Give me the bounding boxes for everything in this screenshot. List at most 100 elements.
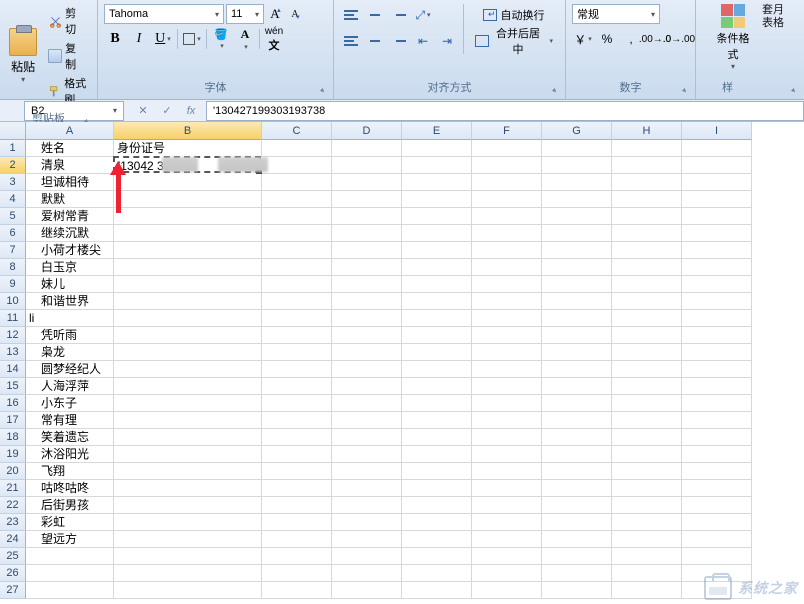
align-right-button[interactable]	[388, 30, 410, 52]
cell-B3[interactable]	[114, 174, 262, 191]
cell-A17[interactable]: 常有理	[26, 412, 114, 429]
cell-H4[interactable]	[612, 191, 682, 208]
cell-B12[interactable]	[114, 327, 262, 344]
align-middle-button[interactable]	[364, 4, 386, 26]
cell-H21[interactable]	[612, 480, 682, 497]
cell-C15[interactable]	[262, 378, 332, 395]
cell-D12[interactable]	[332, 327, 402, 344]
cell-B24[interactable]	[114, 531, 262, 548]
row-header-20[interactable]: 20	[0, 463, 26, 480]
confirm-formula-button[interactable]: ✓	[156, 102, 178, 120]
cell-H2[interactable]	[612, 157, 682, 174]
cell-E27[interactable]	[402, 582, 472, 599]
cell-I25[interactable]	[682, 548, 752, 565]
cell-B15[interactable]	[114, 378, 262, 395]
row-header-1[interactable]: 1	[0, 140, 26, 157]
cell-C20[interactable]	[262, 463, 332, 480]
cell-I9[interactable]	[682, 276, 752, 293]
cell-C12[interactable]	[262, 327, 332, 344]
row-header-24[interactable]: 24	[0, 531, 26, 548]
row-header-16[interactable]: 16	[0, 395, 26, 412]
cell-C24[interactable]	[262, 531, 332, 548]
percent-button[interactable]: %	[596, 28, 618, 50]
phonetic-button[interactable]: wén文	[263, 28, 285, 50]
cell-A14[interactable]: 圆梦经纪人	[26, 361, 114, 378]
merge-center-button[interactable]: 合并后居中	[469, 30, 559, 52]
cell-G3[interactable]	[542, 174, 612, 191]
cell-C23[interactable]	[262, 514, 332, 531]
column-header-A[interactable]: A	[26, 122, 114, 140]
cell-E12[interactable]	[402, 327, 472, 344]
cell-G16[interactable]	[542, 395, 612, 412]
cell-E16[interactable]	[402, 395, 472, 412]
cell-A2[interactable]: 清泉	[26, 157, 114, 174]
row-header-22[interactable]: 22	[0, 497, 26, 514]
cell-E4[interactable]	[402, 191, 472, 208]
cell-H14[interactable]	[612, 361, 682, 378]
cell-G2[interactable]	[542, 157, 612, 174]
align-bottom-button[interactable]	[388, 4, 410, 26]
cell-E25[interactable]	[402, 548, 472, 565]
cell-G15[interactable]	[542, 378, 612, 395]
cell-A20[interactable]: 飞翔	[26, 463, 114, 480]
cell-B20[interactable]	[114, 463, 262, 480]
cell-I16[interactable]	[682, 395, 752, 412]
cell-E24[interactable]	[402, 531, 472, 548]
cell-F12[interactable]	[472, 327, 542, 344]
cell-I19[interactable]	[682, 446, 752, 463]
cell-A3[interactable]: 坦诚相待	[26, 174, 114, 191]
row-header-27[interactable]: 27	[0, 582, 26, 599]
cell-H19[interactable]	[612, 446, 682, 463]
cell-D8[interactable]	[332, 259, 402, 276]
cell-D22[interactable]	[332, 497, 402, 514]
cell-I20[interactable]	[682, 463, 752, 480]
cell-E9[interactable]	[402, 276, 472, 293]
cell-A15[interactable]: 人海浮萍	[26, 378, 114, 395]
cell-D13[interactable]	[332, 344, 402, 361]
cell-B4[interactable]	[114, 191, 262, 208]
border-button[interactable]	[181, 28, 203, 50]
cell-F17[interactable]	[472, 412, 542, 429]
cell-G24[interactable]	[542, 531, 612, 548]
cell-A11[interactable]: li	[26, 310, 114, 327]
cell-G21[interactable]	[542, 480, 612, 497]
cell-D16[interactable]	[332, 395, 402, 412]
cell-F19[interactable]	[472, 446, 542, 463]
font-size-select[interactable]: 11 ▾	[226, 4, 264, 24]
select-all-corner[interactable]	[0, 122, 26, 140]
cell-F24[interactable]	[472, 531, 542, 548]
cell-A26[interactable]	[26, 565, 114, 582]
column-header-I[interactable]: I	[682, 122, 752, 140]
row-header-10[interactable]: 10	[0, 293, 26, 310]
row-header-4[interactable]: 4	[0, 191, 26, 208]
cell-C13[interactable]	[262, 344, 332, 361]
cell-I1[interactable]	[682, 140, 752, 157]
cell-B21[interactable]	[114, 480, 262, 497]
cell-A6[interactable]: 继续沉默	[26, 225, 114, 242]
cell-D19[interactable]	[332, 446, 402, 463]
cell-E1[interactable]	[402, 140, 472, 157]
align-top-button[interactable]	[340, 4, 362, 26]
cell-G7[interactable]	[542, 242, 612, 259]
cell-H5[interactable]	[612, 208, 682, 225]
column-header-G[interactable]: G	[542, 122, 612, 140]
cell-E14[interactable]	[402, 361, 472, 378]
row-header-6[interactable]: 6	[0, 225, 26, 242]
row-header-7[interactable]: 7	[0, 242, 26, 259]
cell-C16[interactable]	[262, 395, 332, 412]
cell-G26[interactable]	[542, 565, 612, 582]
column-header-H[interactable]: H	[612, 122, 682, 140]
cell-H13[interactable]	[612, 344, 682, 361]
cell-I24[interactable]	[682, 531, 752, 548]
cell-F27[interactable]	[472, 582, 542, 599]
cell-G25[interactable]	[542, 548, 612, 565]
cell-I18[interactable]	[682, 429, 752, 446]
cell-I17[interactable]	[682, 412, 752, 429]
spreadsheet-grid[interactable]: ABCDEFGHI 123456789101112131415161718192…	[0, 122, 804, 604]
cell-G4[interactable]	[542, 191, 612, 208]
row-header-2[interactable]: 2	[0, 157, 26, 174]
cell-E18[interactable]	[402, 429, 472, 446]
cell-D5[interactable]	[332, 208, 402, 225]
cell-B19[interactable]	[114, 446, 262, 463]
cell-F22[interactable]	[472, 497, 542, 514]
